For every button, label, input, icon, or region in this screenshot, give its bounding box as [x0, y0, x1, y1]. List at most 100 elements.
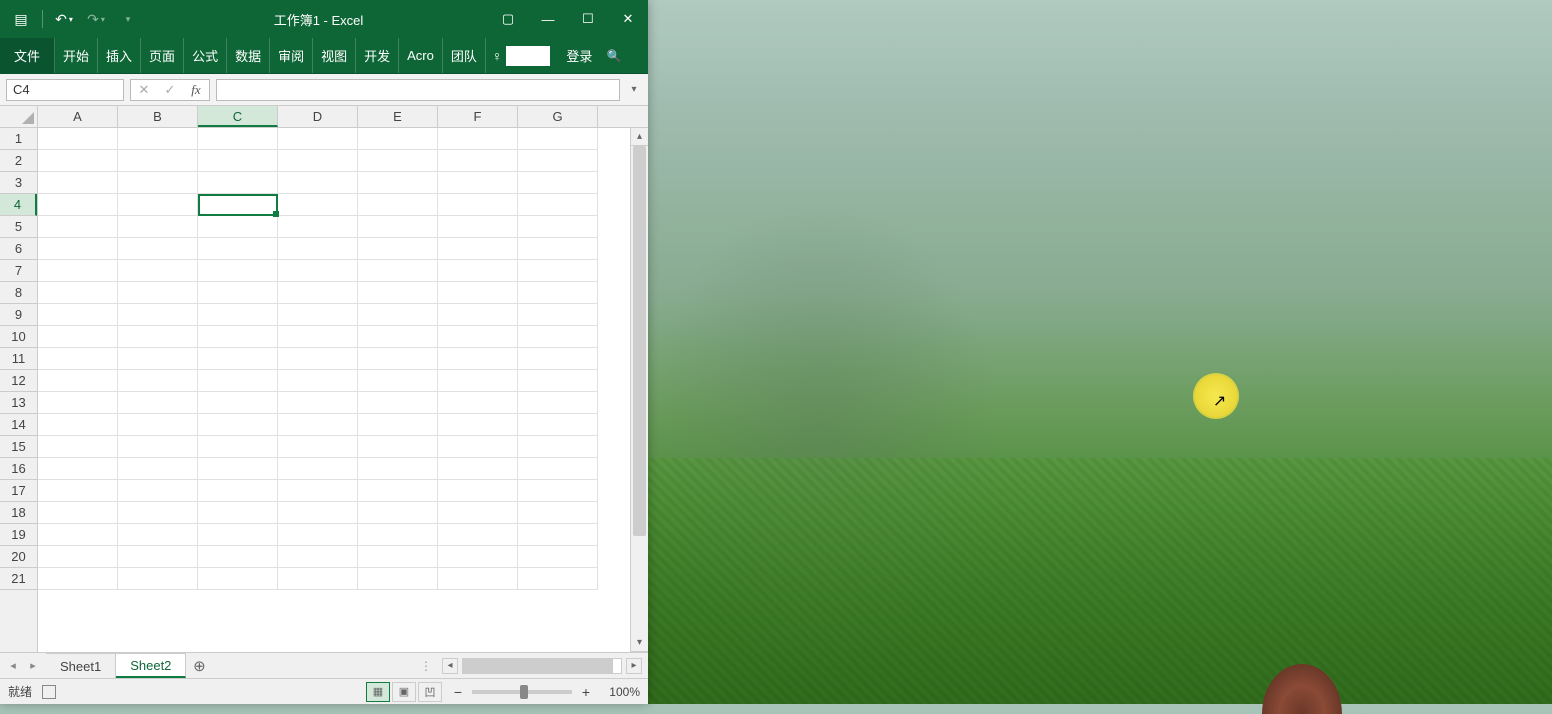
cell[interactable]	[438, 414, 518, 436]
cell[interactable]	[198, 524, 278, 546]
cell[interactable]	[38, 392, 118, 414]
page-break-view-button[interactable]: 凹	[418, 682, 442, 702]
cell[interactable]	[438, 480, 518, 502]
cell[interactable]	[278, 348, 358, 370]
tab-page-layout[interactable]: 页面	[141, 38, 184, 73]
cell[interactable]	[438, 502, 518, 524]
cell[interactable]	[198, 282, 278, 304]
cell[interactable]	[518, 524, 598, 546]
cell[interactable]	[438, 150, 518, 172]
cell[interactable]	[518, 238, 598, 260]
cell[interactable]	[518, 150, 598, 172]
cell[interactable]	[198, 260, 278, 282]
row-header-6[interactable]: 6	[0, 238, 37, 260]
row-header-14[interactable]: 14	[0, 414, 37, 436]
cell[interactable]	[518, 282, 598, 304]
cell[interactable]	[438, 436, 518, 458]
tell-me-search[interactable]: ♀	[486, 38, 557, 73]
minimize-button[interactable]: —	[528, 5, 568, 33]
cell[interactable]	[518, 260, 598, 282]
add-sheet-button[interactable]: ⊕	[186, 657, 212, 675]
expand-formula-button[interactable]: ▾	[626, 84, 642, 95]
hscroll-thumb[interactable]	[463, 659, 613, 673]
tab-insert[interactable]: 插入	[98, 38, 141, 73]
maximize-button[interactable]: ☐	[568, 5, 608, 33]
cell[interactable]	[278, 194, 358, 216]
cell[interactable]	[118, 546, 198, 568]
row-header-8[interactable]: 8	[0, 282, 37, 304]
scroll-up-button[interactable]: ▴	[631, 128, 648, 146]
cell[interactable]	[438, 326, 518, 348]
cell[interactable]	[438, 216, 518, 238]
cell[interactable]	[38, 436, 118, 458]
cell[interactable]	[358, 414, 438, 436]
cell[interactable]	[518, 304, 598, 326]
cell[interactable]	[278, 304, 358, 326]
cell[interactable]	[38, 128, 118, 150]
cell[interactable]	[278, 524, 358, 546]
tab-review[interactable]: 审阅	[270, 38, 313, 73]
cell[interactable]	[278, 150, 358, 172]
sheet-tab-sheet2[interactable]: Sheet2	[116, 653, 186, 678]
cell[interactable]	[278, 238, 358, 260]
vscroll-track[interactable]	[631, 146, 648, 634]
cell[interactable]	[118, 370, 198, 392]
cell[interactable]	[518, 392, 598, 414]
cell[interactable]	[358, 348, 438, 370]
cell[interactable]	[358, 392, 438, 414]
cell[interactable]	[438, 524, 518, 546]
col-header-d[interactable]: D	[278, 106, 358, 127]
row-header-21[interactable]: 21	[0, 568, 37, 590]
cell[interactable]	[278, 480, 358, 502]
col-header-a[interactable]: A	[38, 106, 118, 127]
hscroll-right-button[interactable]: ▸	[626, 658, 642, 674]
cell[interactable]	[278, 128, 358, 150]
cell[interactable]	[38, 480, 118, 502]
cell[interactable]	[198, 568, 278, 590]
cell[interactable]	[518, 348, 598, 370]
cell[interactable]	[38, 238, 118, 260]
cell[interactable]	[358, 524, 438, 546]
share-button[interactable]: 🔍	[602, 38, 626, 73]
cell[interactable]	[118, 502, 198, 524]
cells-area[interactable]	[38, 128, 630, 652]
zoom-in-button[interactable]: +	[578, 684, 594, 700]
row-header-1[interactable]: 1	[0, 128, 37, 150]
cell[interactable]	[518, 370, 598, 392]
cell[interactable]	[438, 568, 518, 590]
cell[interactable]	[518, 414, 598, 436]
cell[interactable]	[198, 216, 278, 238]
col-header-c[interactable]: C	[198, 106, 278, 127]
cell[interactable]	[358, 568, 438, 590]
cell[interactable]	[38, 568, 118, 590]
cell[interactable]	[38, 524, 118, 546]
cell[interactable]	[198, 546, 278, 568]
cell[interactable]	[38, 326, 118, 348]
row-header-11[interactable]: 11	[0, 348, 37, 370]
select-all-button[interactable]	[0, 106, 38, 127]
cell[interactable]	[278, 216, 358, 238]
sheet-prev-button[interactable]: ◂	[4, 659, 22, 672]
row-header-19[interactable]: 19	[0, 524, 37, 546]
row-header-5[interactable]: 5	[0, 216, 37, 238]
cell[interactable]	[518, 326, 598, 348]
cell[interactable]	[358, 128, 438, 150]
tab-file[interactable]: 文件	[0, 38, 55, 73]
zoom-level[interactable]: 100%	[600, 685, 640, 699]
zoom-slider[interactable]	[472, 690, 572, 694]
cell[interactable]	[38, 194, 118, 216]
cell[interactable]	[118, 524, 198, 546]
cell[interactable]	[118, 304, 198, 326]
cell[interactable]	[358, 304, 438, 326]
cell[interactable]	[438, 172, 518, 194]
cell[interactable]	[198, 414, 278, 436]
qat-customize-button[interactable]: ▾	[113, 5, 143, 33]
row-header-3[interactable]: 3	[0, 172, 37, 194]
cell[interactable]	[358, 436, 438, 458]
hscroll-track[interactable]	[462, 658, 622, 674]
cell[interactable]	[358, 150, 438, 172]
cell[interactable]	[278, 568, 358, 590]
tab-team[interactable]: 团队	[443, 38, 486, 73]
cell[interactable]	[118, 238, 198, 260]
page-layout-view-button[interactable]: ▣	[392, 682, 416, 702]
